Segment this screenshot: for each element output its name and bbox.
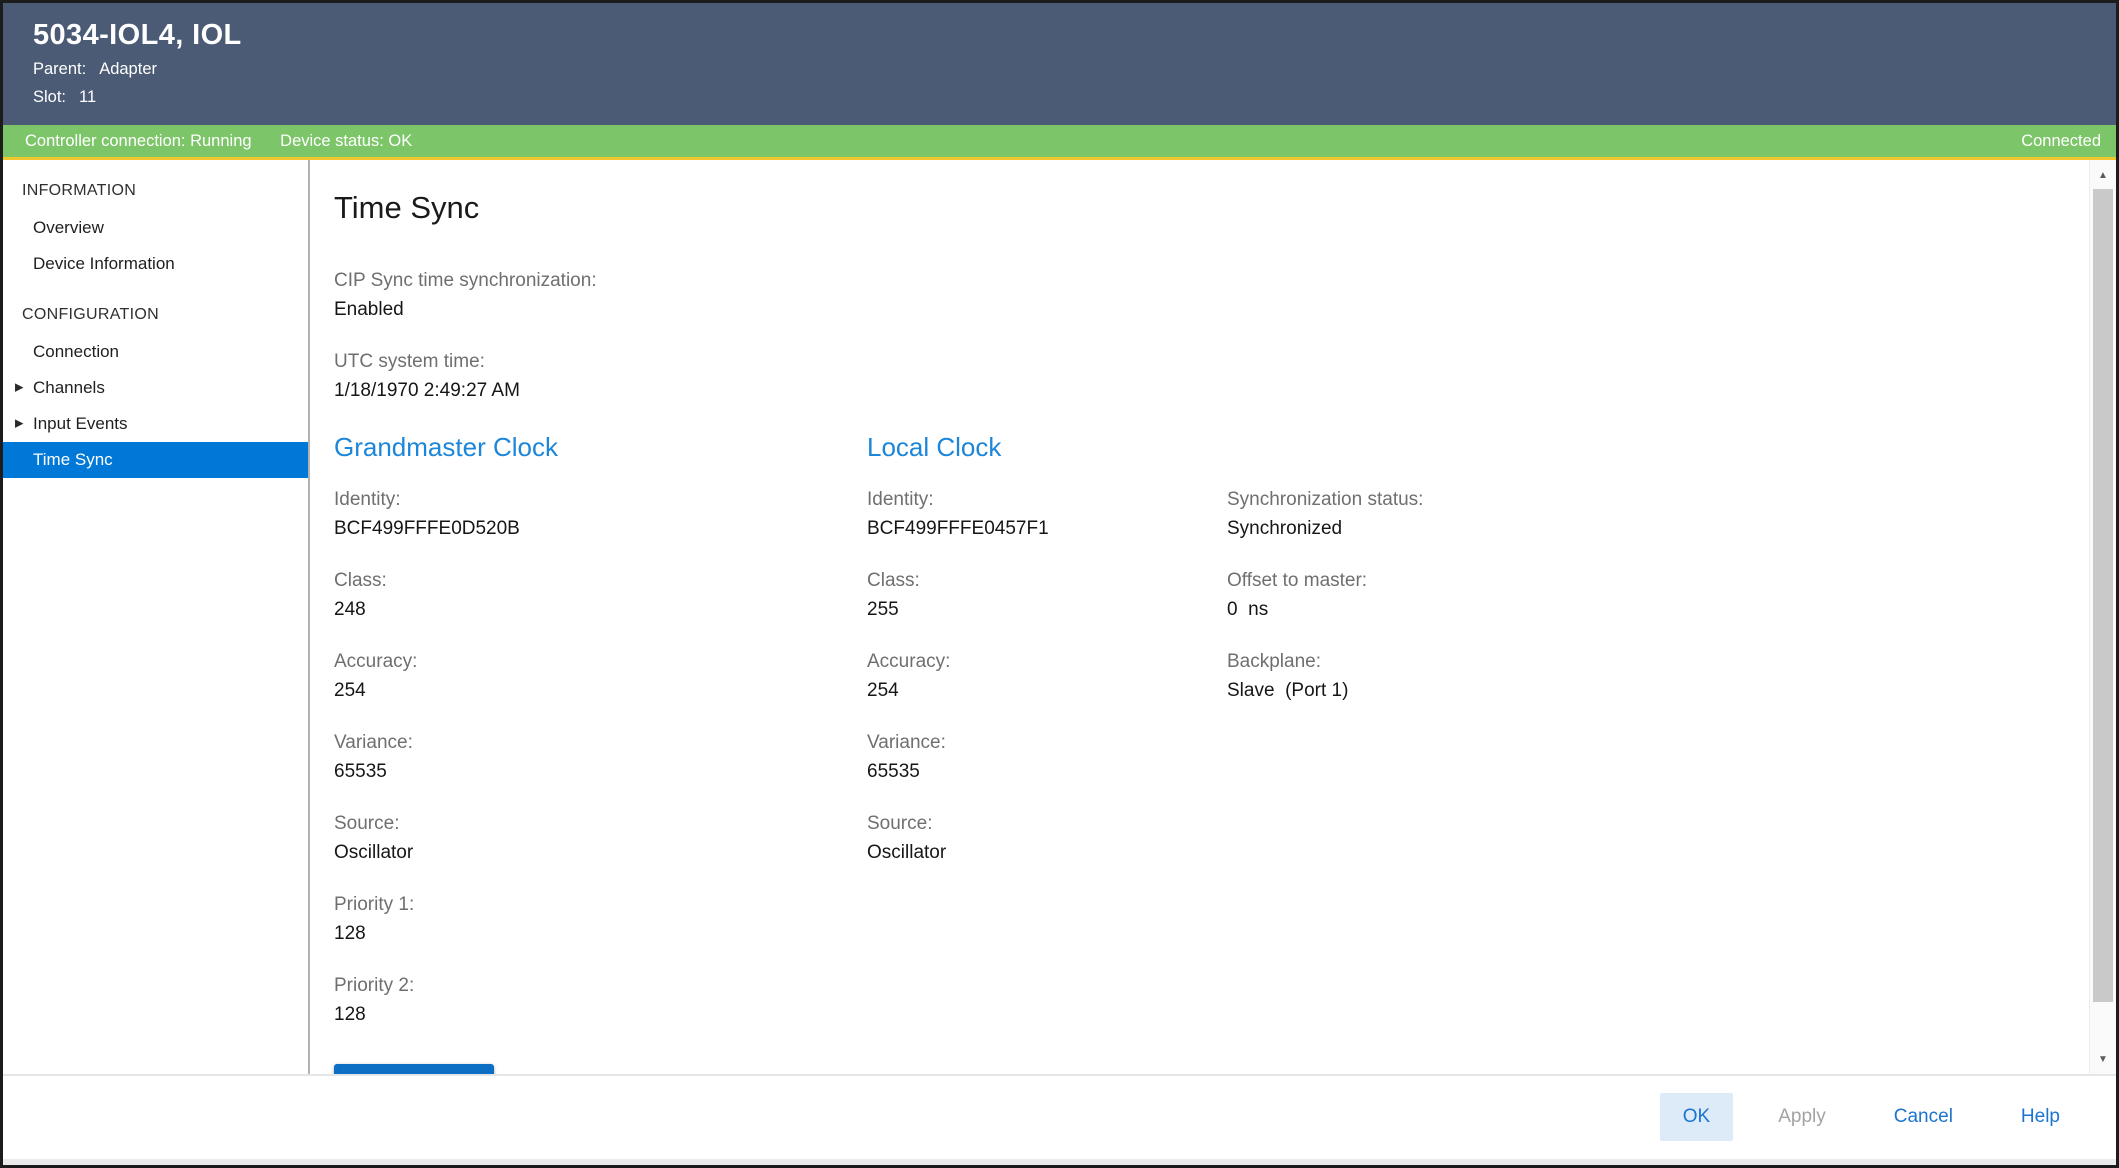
field-value: Synchronized bbox=[1227, 518, 2056, 540]
field-label: Backplane: bbox=[1227, 651, 2056, 673]
field-utc-time: UTC system time: 1/18/1970 2:49:27 AM bbox=[334, 351, 2056, 402]
sidebar-item-connection[interactable]: Connection bbox=[3, 334, 308, 370]
nav-group-information: INFORMATION Overview Device Information bbox=[3, 172, 308, 282]
ok-button[interactable]: OK bbox=[1660, 1093, 1733, 1141]
device-parent-row: Parent: Adapter bbox=[33, 57, 2096, 82]
field-label: Identity: bbox=[334, 489, 867, 511]
field-sync-status: Synchronization status: Synchronized bbox=[1227, 489, 2056, 540]
nav-group-header-information: INFORMATION bbox=[3, 172, 308, 210]
time-sync-page: Time Sync CIP Sync time synchronization:… bbox=[310, 160, 2116, 1074]
field-cip-sync: CIP Sync time synchronization: Enabled bbox=[334, 270, 2056, 321]
field-label: Accuracy: bbox=[334, 651, 867, 673]
expand-arrow-icon[interactable]: ▶ bbox=[15, 383, 23, 394]
grandmaster-clock-section: Grandmaster Clock Identity: BCF499FFFE0D… bbox=[334, 432, 867, 1074]
field-lc-identity: Identity: BCF499FFFE0457F1 bbox=[867, 489, 1227, 540]
field-label: Synchronization status: bbox=[1227, 489, 2056, 511]
field-gm-variance: Variance: 65535 bbox=[334, 732, 867, 783]
field-lc-accuracy: Accuracy: 254 bbox=[867, 651, 1227, 702]
field-label: Variance: bbox=[334, 732, 867, 754]
field-label: Class: bbox=[867, 570, 1227, 592]
field-value: BCF499FFFE0D520B bbox=[334, 518, 867, 540]
sidebar-nav: INFORMATION Overview Device Information … bbox=[3, 160, 310, 1074]
field-gm-priority1: Priority 1: 128 bbox=[334, 894, 867, 945]
apply-button[interactable]: Apply bbox=[1755, 1093, 1849, 1141]
dialog-footer: OK Apply Cancel Help bbox=[3, 1074, 2116, 1165]
field-label: Offset to master: bbox=[1227, 570, 2056, 592]
field-label: Source: bbox=[334, 813, 867, 835]
field-lc-class: Class: 255 bbox=[867, 570, 1227, 621]
field-gm-accuracy: Accuracy: 254 bbox=[334, 651, 867, 702]
cip-sync-value: Enabled bbox=[334, 299, 2056, 321]
field-value: 254 bbox=[334, 680, 867, 702]
scrollbar-down-icon[interactable]: ▼ bbox=[2090, 1046, 2116, 1072]
device-slot-row: Slot: 11 bbox=[33, 85, 2096, 110]
sidebar-item-device-information[interactable]: Device Information bbox=[3, 246, 308, 282]
slot-value: 11 bbox=[79, 88, 96, 106]
field-label: Source: bbox=[867, 813, 1227, 835]
device-status: Device status: OK bbox=[280, 132, 412, 150]
page-title: Time Sync bbox=[334, 190, 2056, 226]
field-value: 248 bbox=[334, 599, 867, 621]
field-label: Priority 1: bbox=[334, 894, 867, 916]
field-gm-identity: Identity: BCF499FFFE0D520B bbox=[334, 489, 867, 540]
parent-label: Parent: bbox=[33, 60, 86, 78]
field-label: Accuracy: bbox=[867, 651, 1227, 673]
clock-columns: Grandmaster Clock Identity: BCF499FFFE0D… bbox=[334, 432, 2056, 1074]
parent-value: Adapter bbox=[99, 60, 157, 78]
field-value: 0 ns bbox=[1227, 599, 2056, 621]
field-label: Variance: bbox=[867, 732, 1227, 754]
field-value: 128 bbox=[334, 1004, 867, 1026]
field-label: Class: bbox=[334, 570, 867, 592]
utc-time-value: 1/18/1970 2:49:27 AM bbox=[334, 380, 2056, 402]
cip-sync-label: CIP Sync time synchronization: bbox=[334, 270, 2056, 292]
body-row: INFORMATION Overview Device Information … bbox=[3, 160, 2116, 1074]
field-gm-source: Source: Oscillator bbox=[334, 813, 867, 864]
field-backplane: Backplane: Slave (Port 1) bbox=[1227, 651, 2056, 702]
local-clock-heading: Local Clock bbox=[867, 432, 1227, 463]
expand-arrow-icon[interactable]: ▶ bbox=[15, 419, 23, 430]
connection-state-badge: Connected bbox=[2021, 132, 2101, 151]
field-label: Priority 2: bbox=[334, 975, 867, 997]
field-lc-source: Source: Oscillator bbox=[867, 813, 1227, 864]
field-value: 255 bbox=[867, 599, 1227, 621]
scrollbar-thumb[interactable] bbox=[2093, 189, 2113, 1002]
status-left: Controller connection: Running Device st… bbox=[25, 132, 412, 151]
connection-status-bar: Controller connection: Running Device st… bbox=[3, 125, 2116, 160]
sidebar-item-input-events-label: Input Events bbox=[33, 414, 128, 433]
field-value: BCF499FFFE0457F1 bbox=[867, 518, 1227, 540]
help-button[interactable]: Help bbox=[1998, 1093, 2083, 1141]
device-header: 5034-IOL4, IOL Parent: Adapter Slot: 11 bbox=[3, 3, 2116, 125]
field-value: 128 bbox=[334, 923, 867, 945]
utc-time-label: UTC system time: bbox=[334, 351, 2056, 373]
field-value: 65535 bbox=[334, 761, 867, 783]
field-value: 254 bbox=[867, 680, 1227, 702]
nav-group-configuration: CONFIGURATION Connection ▶ Channels ▶ Inpu… bbox=[3, 296, 308, 478]
scrollbar-up-icon[interactable]: ▲ bbox=[2090, 162, 2116, 188]
field-label: Identity: bbox=[867, 489, 1227, 511]
device-title: 5034-IOL4, IOL bbox=[33, 16, 2096, 54]
field-offset-to-master: Offset to master: 0 ns bbox=[1227, 570, 2056, 621]
description-button[interactable]: Description... bbox=[334, 1064, 494, 1074]
sidebar-item-channels-label: Channels bbox=[33, 378, 105, 397]
controller-connection-status: Controller connection: Running bbox=[25, 132, 252, 150]
slot-label: Slot: bbox=[33, 88, 66, 106]
field-gm-class: Class: 248 bbox=[334, 570, 867, 621]
field-value: 65535 bbox=[867, 761, 1227, 783]
sidebar-item-channels[interactable]: ▶ Channels bbox=[3, 370, 308, 406]
sidebar-item-time-sync[interactable]: Time Sync bbox=[3, 442, 308, 478]
local-clock-section: Local Clock Identity: BCF499FFFE0457F1 C… bbox=[867, 432, 1227, 1074]
grandmaster-clock-heading: Grandmaster Clock bbox=[334, 432, 867, 463]
field-value: Oscillator bbox=[867, 842, 1227, 864]
sidebar-item-overview[interactable]: Overview bbox=[3, 210, 308, 246]
field-value: Slave (Port 1) bbox=[1227, 680, 2056, 702]
cancel-button[interactable]: Cancel bbox=[1871, 1093, 1976, 1141]
field-lc-variance: Variance: 65535 bbox=[867, 732, 1227, 783]
nav-group-header-configuration: CONFIGURATION bbox=[3, 296, 308, 334]
field-gm-priority2: Priority 2: 128 bbox=[334, 975, 867, 1026]
device-properties-window: 5034-IOL4, IOL Parent: Adapter Slot: 11 Co… bbox=[0, 0, 2119, 1168]
sidebar-item-input-events[interactable]: ▶ Input Events bbox=[3, 406, 308, 442]
sync-status-section: Synchronization status: Synchronized Off… bbox=[1227, 432, 2056, 1074]
vertical-scrollbar[interactable]: ▲ ▼ bbox=[2089, 160, 2116, 1074]
field-value: Oscillator bbox=[334, 842, 867, 864]
